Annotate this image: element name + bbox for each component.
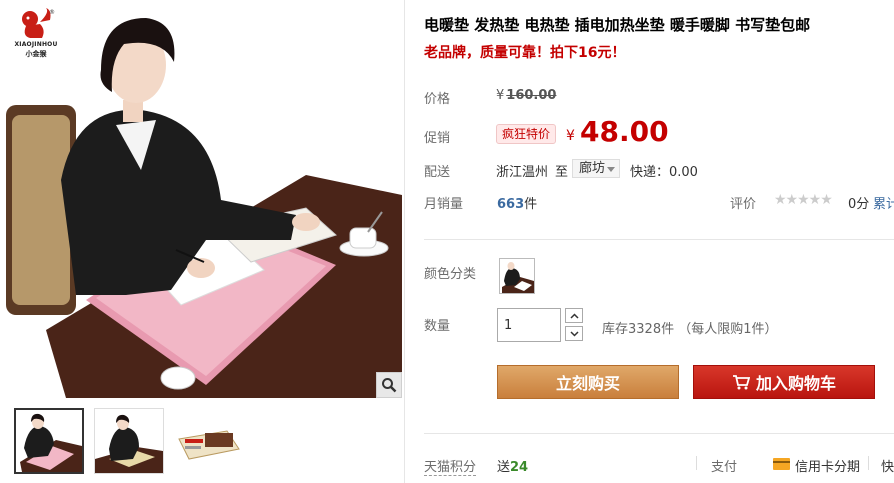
product-title: 电暖垫 发热垫 电热垫 插电加热坐垫 暖手暖脚 书写垫包邮 [424,16,811,34]
footer-divider [424,433,894,434]
quantity-input[interactable] [497,308,561,342]
original-price: ¥160.00 [496,88,556,103]
quantity-decrease-button[interactable] [565,326,583,341]
color-label: 颜色分类 [424,267,477,282]
shipping-label: 配送 [424,165,451,180]
review-score: 0分 [848,197,870,212]
points-prefix: 送 [497,460,511,475]
rating-stars-icon: ★★★★★ [774,192,833,208]
express-fee: 快递：0.00 [630,165,698,180]
chevron-down-icon [607,167,615,172]
zoom-button[interactable] [376,372,402,398]
product-info: 电暖垫 发热垫 电热垫 插电加热坐垫 暖手暖脚 书写垫包邮 老品牌，质量可靠！拍… [424,0,894,483]
chevron-down-icon [569,330,579,337]
thumbnail-1[interactable] [14,408,84,474]
brand-latin: XIAOJINHOU [14,41,58,48]
price-label: 价格 [424,92,451,107]
monthly-sales-label: 月销量 [424,197,464,212]
payment-separator [696,456,697,470]
points-value: 24 [510,460,529,475]
section-divider [424,239,894,240]
gallery-divider [404,0,405,483]
quantity-label: 数量 [424,319,451,334]
tmall-points: 送24 [497,456,528,475]
credit-installment-link[interactable]: 信用卡分期 [795,456,860,475]
payment-separator-2 [868,456,869,470]
review-label: 评价 [730,197,757,212]
payment-label: 支付 [711,460,738,475]
magnifier-icon [382,378,397,393]
original-price-value: 160.00 [506,88,557,103]
brand-cn: 小金猴 [25,50,47,58]
monthly-sales: 663件 [497,193,537,212]
main-product-image[interactable] [6,0,402,398]
thumbnail-3[interactable] [174,408,244,474]
chevron-up-icon [569,312,579,319]
credit-card-icon [773,458,790,470]
color-option[interactable] [499,258,535,294]
promo-label: 促销 [424,131,451,146]
thumbnail-2[interactable] [94,408,164,474]
original-price-currency: ¥ [496,88,505,103]
cart-icon [732,375,750,390]
monthly-sales-unit: 件 [524,197,538,212]
registered-mark: ® [49,9,55,16]
brand-logo: ® XIAOJINHOU 小金猴 [8,6,64,64]
buy-now-button[interactable]: 立刻购买 [497,365,679,399]
promo-badge: 疯狂特价 [496,124,557,144]
destination-city: 廊坊 [579,161,606,176]
ship-to-word: 至 [555,165,569,180]
promo-price: 48.00 [580,115,669,148]
monthly-sales-count: 663 [497,197,525,212]
payment-more[interactable]: 快 [881,456,894,475]
thumbnail-strip [14,408,244,474]
quantity-increase-button[interactable] [565,308,583,323]
ship-from: 浙江温州 [496,165,549,180]
product-subtitle: 老品牌，质量可靠！拍下16元！ [424,45,626,61]
promo-price-currency: ¥ [566,128,575,144]
destination-city-select[interactable]: 廊坊 [572,159,620,178]
tmall-points-label[interactable]: 天猫积分 [424,456,477,476]
add-to-cart-label: 加入购物车 [755,374,836,393]
cumulative-reviews-link[interactable]: 累计 [873,193,894,212]
stock-info: 库存3328件 （每人限购1件） [602,322,778,337]
monkey-logo-icon: ® [22,8,55,38]
add-to-cart-button[interactable]: 加入购物车 [693,365,875,399]
product-gallery: ® XIAOJINHOU 小金猴 [0,0,404,483]
buy-now-label: 立刻购买 [555,374,620,393]
